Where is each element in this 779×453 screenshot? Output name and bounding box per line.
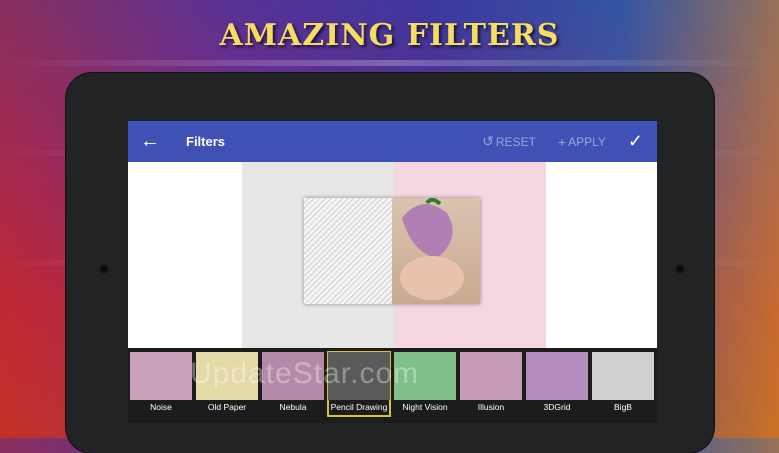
apply-button[interactable]: + APPLY bbox=[558, 134, 606, 150]
tablet-frame: ← Filters ↺ RESET + APPLY ✓ Noise Old Pa… bbox=[66, 73, 714, 453]
filter-thumb-bigb[interactable]: BigB bbox=[592, 352, 654, 416]
preview-photo bbox=[304, 198, 480, 304]
tablet-camera-dot bbox=[100, 265, 108, 273]
filter-thumb-noise[interactable]: Noise bbox=[130, 352, 192, 416]
filter-thumb-label: Pencil Drawing bbox=[330, 402, 388, 412]
reset-button[interactable]: ↺ RESET bbox=[482, 133, 536, 150]
apply-label: APPLY bbox=[568, 134, 606, 149]
tablet-sensor-dot bbox=[676, 265, 684, 273]
sketch-half bbox=[304, 198, 392, 304]
filter-thumb-label: Old Paper bbox=[207, 402, 247, 412]
filter-thumb-image bbox=[526, 352, 588, 400]
filter-thumb-label: Nebula bbox=[279, 402, 307, 412]
filter-thumb-image bbox=[130, 352, 192, 400]
filter-thumb-label: Night Vision bbox=[402, 402, 448, 412]
filter-thumb-3dgrid[interactable]: 3DGrid bbox=[526, 352, 588, 416]
app-bar: ← Filters ↺ RESET + APPLY ✓ bbox=[128, 121, 657, 162]
reset-label: RESET bbox=[495, 134, 536, 149]
back-arrow-icon[interactable]: ← bbox=[128, 130, 172, 153]
baby-hat-illustration bbox=[400, 198, 464, 300]
plus-icon: + bbox=[557, 133, 567, 150]
screen-title: Filters bbox=[186, 134, 226, 149]
filter-thumb-label: 3DGrid bbox=[543, 402, 571, 412]
filter-thumb-label: Noise bbox=[150, 402, 172, 412]
filter-thumb-image bbox=[592, 352, 654, 400]
filter-preview bbox=[128, 162, 657, 348]
filter-thumb-label: Illusion bbox=[477, 402, 505, 412]
history-icon: ↺ bbox=[482, 133, 494, 149]
confirm-check-icon[interactable]: ✓ bbox=[628, 131, 643, 152]
watermark: UpdateStar.com bbox=[190, 357, 420, 390]
original-half bbox=[392, 198, 480, 304]
filter-thumb-illusion[interactable]: Illusion bbox=[460, 352, 522, 416]
page-headline: AMAZING FILTERS bbox=[219, 18, 560, 53]
filter-thumb-image bbox=[460, 352, 522, 400]
filter-thumb-label: BigB bbox=[614, 402, 632, 412]
